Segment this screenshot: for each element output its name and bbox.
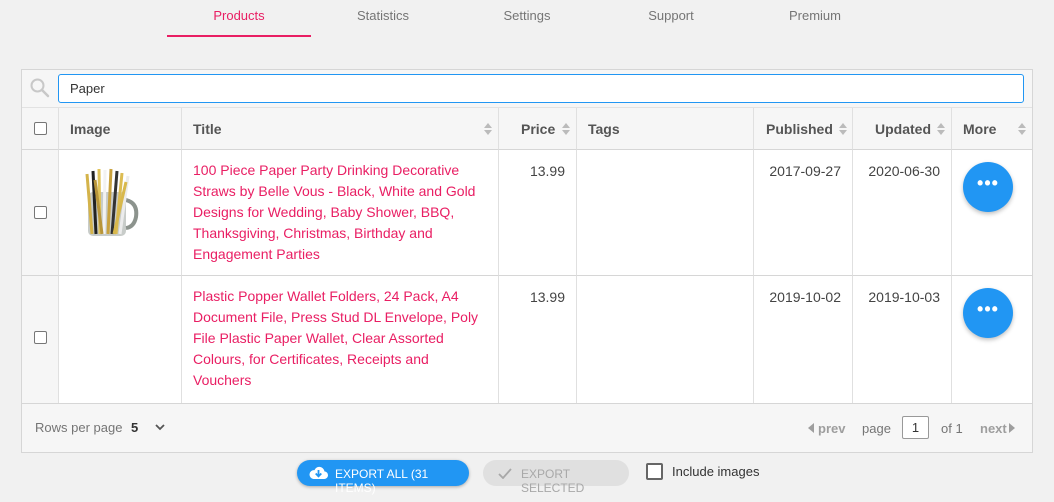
tags-cell [577,276,754,403]
product-title-link[interactable]: 100 Piece Paper Party Drinking Decorativ… [193,160,483,265]
title-cell: 100 Piece Paper Party Drinking Decorativ… [182,150,499,276]
price-cell: 13.99 [499,150,577,276]
tab-statistics[interactable]: Statistics [311,0,455,37]
header-tags-label: Tags [588,121,620,137]
row-checkbox[interactable] [34,331,47,344]
updated-cell: 2019-10-03 [853,276,952,403]
check-icon [498,468,512,479]
caret-right-icon [1009,423,1015,433]
tags-cell [577,150,754,276]
row-checkbox[interactable] [34,206,47,219]
include-images-checkbox[interactable] [646,463,663,480]
updated-date: 2019-10-03 [868,289,940,305]
published-date: 2017-09-27 [769,163,841,179]
image-cell [59,150,182,276]
more-cell: ••• [952,150,1032,276]
more-actions-button[interactable]: ••• [963,162,1013,212]
rows-per-page-value: 5 [131,420,139,435]
header-updated[interactable]: Updated [853,108,952,150]
header-title[interactable]: Title [182,108,499,150]
prev-label: prev [818,421,846,436]
chevron-down-icon [155,424,165,431]
export-all-button[interactable]: EXPORT ALL (31 ITEMS) [297,460,469,495]
rows-per-page-select[interactable]: 5 [126,414,172,440]
products-table: Image Title Price Tags Published Updated… [21,69,1033,453]
updated-date: 2020-06-30 [868,163,940,179]
image-cell [59,276,182,403]
header-image: Image [59,108,182,150]
sort-icon [937,123,945,135]
header-more[interactable]: More [952,108,1032,150]
header-price-label: Price [521,121,556,137]
title-cell: Plastic Popper Wallet Folders, 24 Pack, … [182,276,499,403]
published-cell: 2019-10-02 [754,276,853,403]
row-select-cell [22,276,59,403]
page-count-label: of 1 [941,421,963,436]
published-date: 2019-10-02 [769,289,841,305]
sort-icon [484,123,492,135]
header-select-all-cell [22,108,59,150]
page-label: page [862,421,891,436]
export-selected-label: EXPORT SELECTED [521,467,585,495]
pagination-bar: Rows per page 5 prev page of 1 next [22,403,1032,452]
row-select-cell [22,150,59,276]
header-published-label: Published [766,121,833,137]
select-all-checkbox[interactable] [34,122,47,135]
tab-premium[interactable]: Premium [743,0,887,37]
price-value: 13.99 [529,289,565,305]
header-tags: Tags [577,108,754,150]
more-dots-icon: ••• [977,173,999,193]
search-input[interactable] [58,74,1024,103]
rows-per-page-label: Rows per page [35,420,123,435]
tab-support[interactable]: Support [599,0,743,37]
export-selected-button[interactable]: EXPORT SELECTED [483,460,629,495]
tab-products[interactable]: Products [167,0,311,37]
product-title-link[interactable]: Plastic Popper Wallet Folders, 24 Pack, … [193,286,483,391]
more-actions-button[interactable]: ••• [963,288,1013,338]
tab-settings[interactable]: Settings [455,0,599,37]
caret-left-icon [808,423,814,433]
sort-icon [1018,123,1026,135]
header-published[interactable]: Published [754,108,853,150]
price-cell: 13.99 [499,276,577,403]
more-dots-icon: ••• [977,299,999,319]
sort-icon [562,123,570,135]
search-bar [22,70,1032,108]
sort-icon [839,123,847,135]
product-thumbnail-image[interactable] [82,168,140,238]
more-cell: ••• [952,276,1032,403]
export-all-label: EXPORT ALL (31 ITEMS) [335,467,429,495]
nav-tabs: Products Statistics Settings Support Pre… [167,0,887,37]
price-value: 13.99 [529,163,565,179]
header-price[interactable]: Price [499,108,577,150]
header-more-label: More [963,121,997,137]
search-icon [30,78,50,98]
cloud-download-icon [309,466,328,480]
header-updated-label: Updated [875,121,931,137]
include-images-label[interactable]: Include images [672,464,759,479]
updated-cell: 2020-06-30 [853,150,952,276]
header-title-label: Title [193,121,222,137]
page-number-input[interactable] [902,416,929,439]
header-image-label: Image [70,121,111,137]
next-label: next [980,421,1007,436]
published-cell: 2017-09-27 [754,150,853,276]
